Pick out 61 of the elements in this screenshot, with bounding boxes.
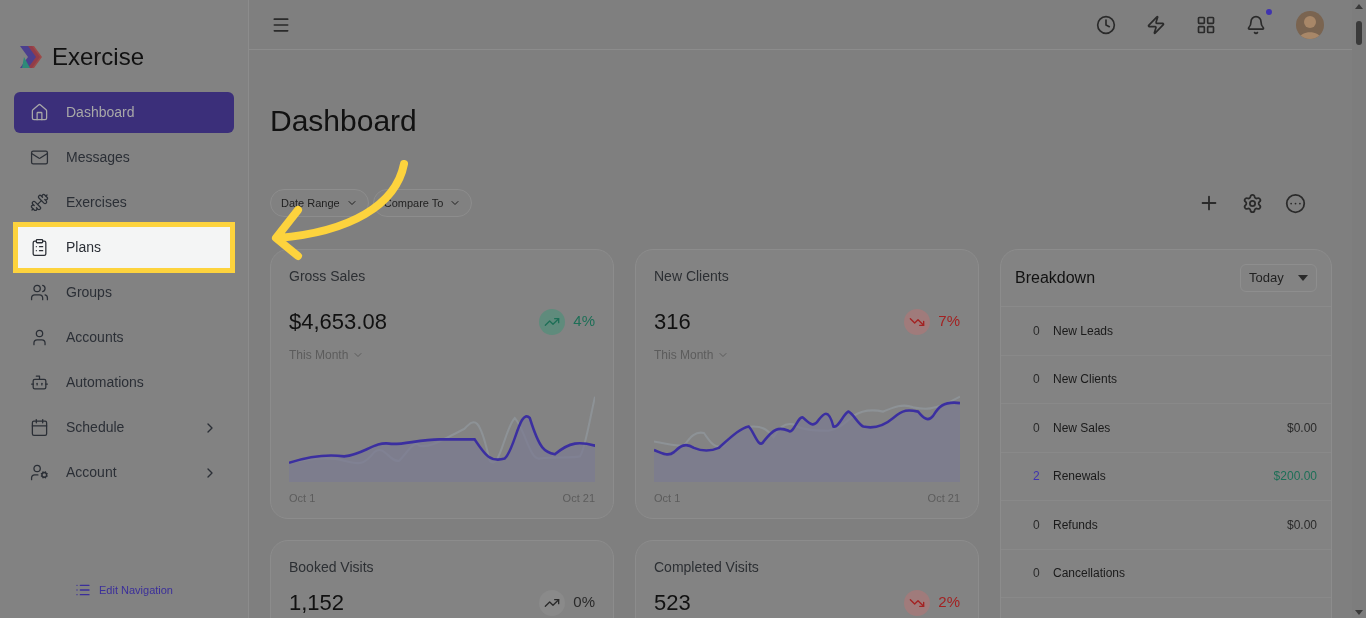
nav-item[interactable]: Messages bbox=[14, 137, 234, 178]
notifications-button[interactable] bbox=[1246, 14, 1266, 35]
row-count: 0 bbox=[1033, 322, 1041, 340]
row-label: Refunds bbox=[1053, 516, 1099, 534]
stat-value: 1,152 bbox=[289, 589, 345, 617]
row-label: Cancellations bbox=[1053, 565, 1127, 583]
panel-title: Breakdown bbox=[1015, 268, 1096, 288]
user-gear-icon bbox=[30, 463, 49, 482]
row-amount: $200.00 bbox=[1273, 468, 1317, 486]
scroll-up-icon[interactable] bbox=[1355, 4, 1363, 9]
app-name: Exercise bbox=[52, 42, 145, 72]
card-title: Gross Sales bbox=[289, 267, 367, 286]
logo-icon bbox=[18, 44, 44, 70]
nav-item[interactable]: Dashboard bbox=[14, 92, 234, 133]
change-percent: 2% bbox=[938, 592, 960, 613]
settings-button[interactable] bbox=[1242, 192, 1263, 214]
nav-item[interactable]: Accounts bbox=[14, 317, 234, 358]
history-button[interactable] bbox=[1096, 14, 1116, 35]
card-title: New Clients bbox=[654, 267, 730, 286]
home-icon bbox=[30, 103, 49, 122]
nav-item[interactable]: Automations bbox=[14, 362, 234, 403]
users-icon bbox=[30, 283, 49, 302]
row-count: 2 bbox=[1033, 468, 1041, 486]
mail-icon bbox=[30, 148, 49, 167]
card-title: Booked Visits bbox=[289, 558, 375, 577]
clipboard-icon bbox=[30, 238, 49, 257]
row-label: New Clients bbox=[1053, 371, 1119, 389]
more-button[interactable] bbox=[1285, 192, 1306, 214]
nav-item[interactable]: Groups bbox=[14, 272, 234, 313]
apps-button[interactable] bbox=[1196, 14, 1216, 35]
caret-icon bbox=[1298, 275, 1308, 281]
change-percent: 4% bbox=[573, 311, 595, 332]
page-title: Dashboard bbox=[270, 106, 418, 136]
row-count: 0 bbox=[1033, 371, 1041, 389]
nav-item[interactable]: Schedule bbox=[14, 407, 234, 448]
stat-value: 316 bbox=[654, 308, 691, 336]
filter-dropdown[interactable]: Date Range bbox=[270, 189, 369, 217]
row-amount: $0.00 bbox=[1286, 419, 1317, 437]
user-icon bbox=[30, 328, 49, 347]
lightning-button[interactable] bbox=[1146, 14, 1166, 35]
dumbbell-icon bbox=[30, 193, 49, 212]
stat-value: $4,653.08 bbox=[289, 308, 387, 336]
row-amount: $0.00 bbox=[1286, 516, 1317, 534]
card-title: Completed Visits bbox=[654, 558, 760, 577]
row-label: Renewals bbox=[1053, 468, 1107, 486]
row-count: 0 bbox=[1033, 516, 1041, 534]
range-dropdown[interactable]: Today bbox=[1240, 264, 1317, 292]
scrollbar-thumb[interactable] bbox=[1356, 21, 1362, 45]
nav-item[interactable]: Exercises bbox=[14, 182, 234, 223]
edit-navigation-link[interactable]: Edit Navigation bbox=[75, 581, 173, 598]
robot-icon bbox=[30, 373, 49, 392]
scroll-down-icon[interactable] bbox=[1355, 610, 1363, 615]
calendar-icon bbox=[30, 418, 49, 437]
change-percent: 7% bbox=[938, 311, 960, 332]
row-label: New Sales bbox=[1053, 419, 1112, 437]
row-label: New Leads bbox=[1053, 322, 1115, 340]
row-count: 0 bbox=[1033, 565, 1041, 583]
change-percent: 0% bbox=[573, 592, 595, 613]
nav-item[interactable]: Account bbox=[14, 452, 234, 493]
row-count: 0 bbox=[1033, 419, 1041, 437]
stat-value: 523 bbox=[654, 589, 691, 617]
